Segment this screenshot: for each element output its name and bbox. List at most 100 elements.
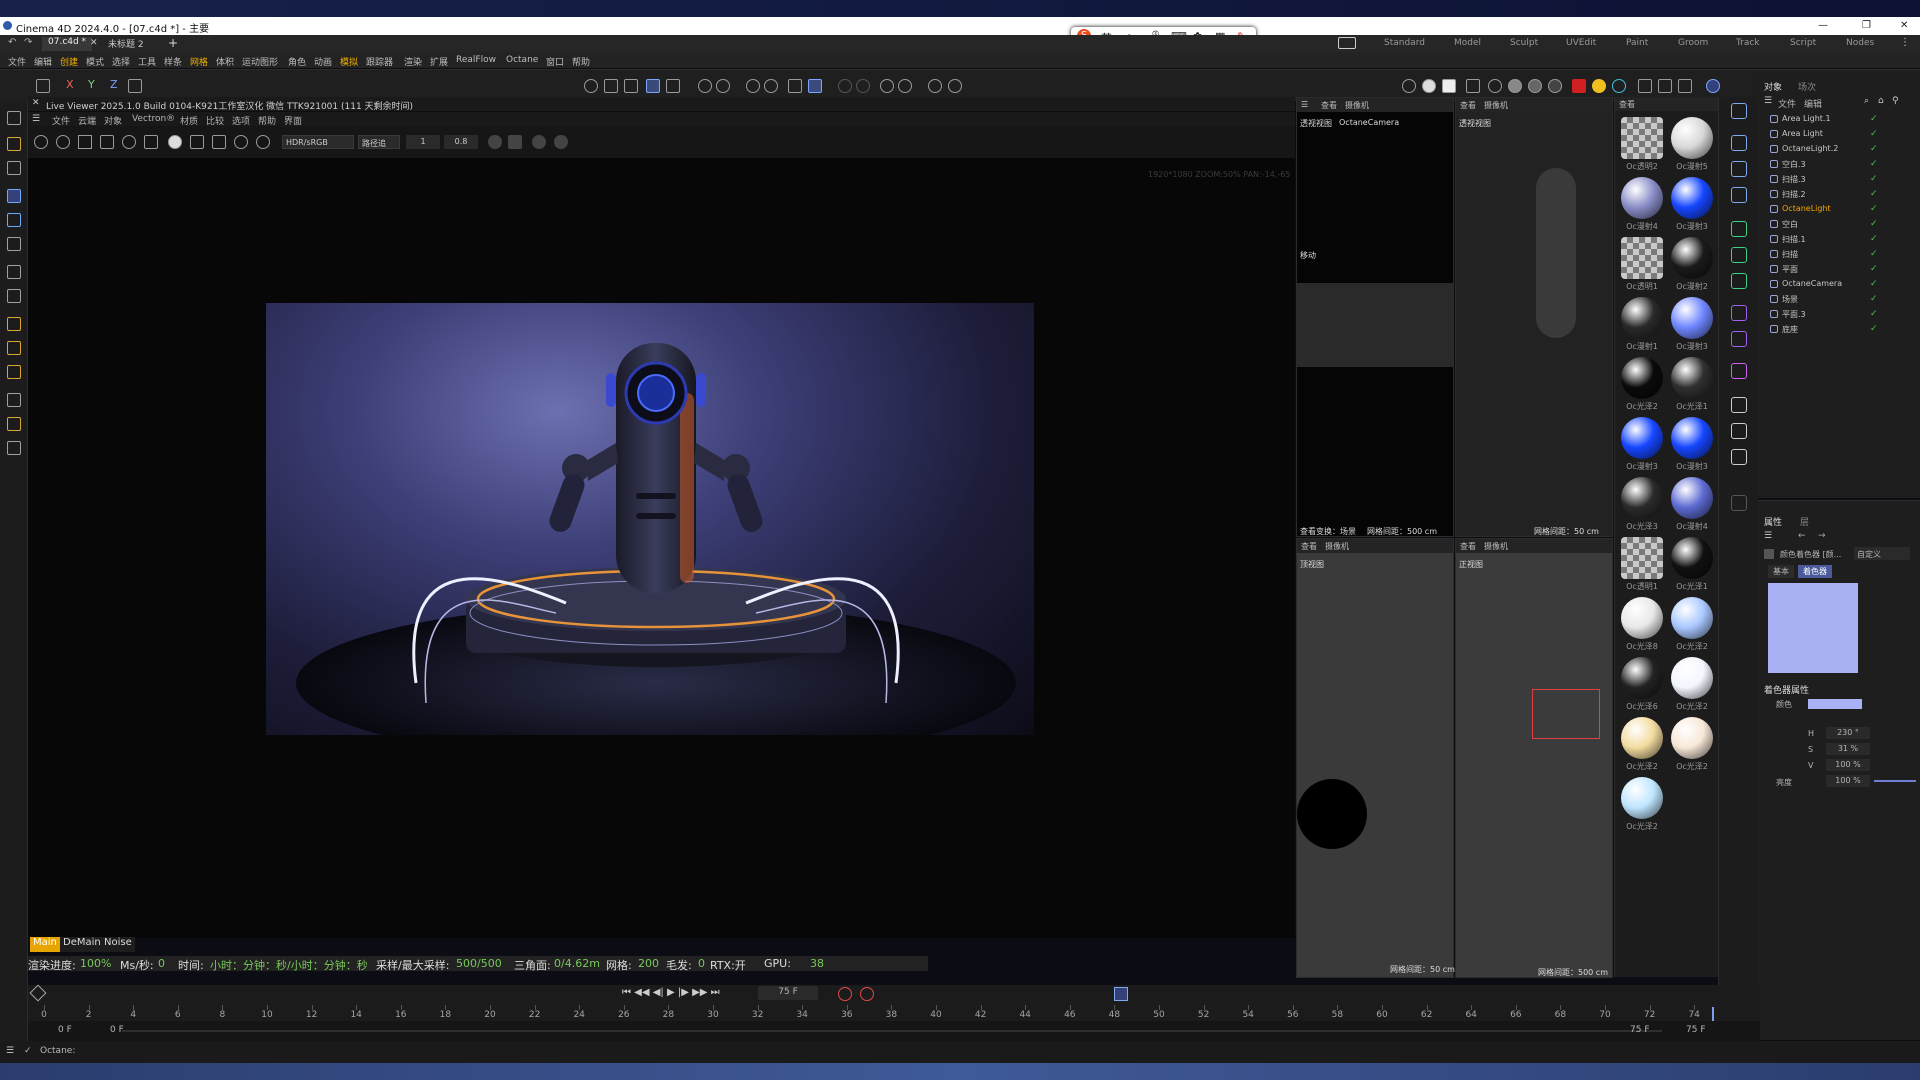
menu-select[interactable]: 选择 [112, 55, 130, 68]
axis-y-toggle[interactable]: Y [88, 78, 95, 91]
tab-takes[interactable]: 场次 [1798, 80, 1816, 93]
enabled-check-icon[interactable]: ✓ [1870, 324, 1878, 334]
viewport-menu-cameras[interactable]: 摄像机 [1345, 100, 1369, 111]
enabled-check-icon[interactable]: ✓ [1870, 204, 1878, 214]
live-viewer-hamburger-icon[interactable]: ☰ [32, 114, 40, 124]
tab-attributes[interactable]: 属性 [1764, 515, 1782, 528]
value-field[interactable]: 100 % [1826, 759, 1870, 771]
material-swatch[interactable]: Oc光泽6 [1619, 655, 1665, 715]
attr-forward-icon[interactable]: → [1818, 531, 1826, 541]
octane-scatter-icon[interactable] [1638, 79, 1652, 93]
status-menu-icon[interactable]: ☰ [6, 1046, 14, 1056]
layout-standard[interactable]: Standard [1384, 38, 1425, 48]
obj-menu-edit[interactable]: 编辑 [1804, 97, 1822, 110]
axis-z-toggle[interactable]: Z [110, 78, 118, 91]
preview-end-frame[interactable]: 75 F [1630, 1025, 1650, 1035]
frame-range-slider[interactable] [122, 1030, 1662, 1032]
playhead[interactable] [1712, 1007, 1714, 1021]
lv-restart-icon[interactable] [56, 135, 70, 149]
layout-sculpt[interactable]: Sculpt [1510, 38, 1538, 48]
object-row[interactable]: 底座 ✓ [1758, 322, 1920, 337]
keyframe-icon[interactable] [29, 984, 47, 1002]
lv-lock-icon[interactable] [144, 135, 158, 149]
lv-focus-icon[interactable] [234, 135, 248, 149]
colorspace-select[interactable]: HDR/sRGB [282, 135, 354, 149]
enabled-check-icon[interactable]: ✓ [1870, 294, 1878, 304]
object-row[interactable]: 平面.3 ✓ [1758, 307, 1920, 322]
layout-nodes[interactable]: Nodes [1846, 38, 1874, 48]
subtab-basic[interactable]: 基本 [1768, 565, 1794, 578]
viewport-menu-cameras[interactable]: 摄像机 [1325, 541, 1349, 552]
layout-track[interactable]: Track [1736, 38, 1760, 48]
material-swatch[interactable]: Oc漫射2 [1669, 235, 1715, 295]
octane-daylight-icon[interactable] [1592, 79, 1606, 93]
light-object-icon[interactable] [1731, 449, 1747, 465]
layout-model[interactable]: Model [1454, 38, 1481, 48]
object-row[interactable]: 扫描 ✓ [1758, 247, 1920, 262]
axis-mode-icon[interactable] [698, 79, 712, 93]
menu-render[interactable]: 渲染 [404, 55, 422, 68]
lv-start-render-icon[interactable] [34, 135, 48, 149]
lock-workplane-icon[interactable] [838, 79, 852, 93]
material-swatch[interactable]: Oc光泽3 [1619, 475, 1665, 535]
viewport-menu-view[interactable]: 查看 [1460, 100, 1476, 111]
pen-icon[interactable] [1731, 161, 1747, 177]
enabled-check-icon[interactable]: ✓ [1870, 174, 1878, 184]
menu-volume[interactable]: 体积 [216, 55, 234, 68]
enabled-check-icon[interactable]: ✓ [1870, 189, 1878, 199]
hue-field[interactable]: 230 ° [1826, 727, 1870, 739]
material-swatch[interactable]: Oc光泽2 [1619, 775, 1665, 835]
lv-region-icon[interactable] [100, 135, 114, 149]
cloner-icon[interactable] [1731, 247, 1747, 263]
snap-options-icon[interactable] [764, 79, 778, 93]
lv-film-icon[interactable] [488, 135, 502, 149]
viewport-perspective[interactable]: 查看 摄像机 透视视图 网格间距：50 cm [1455, 97, 1613, 537]
auto-key-icon[interactable] [860, 987, 874, 1001]
obj-menu-hamburger-icon[interactable]: ☰ [1764, 96, 1772, 106]
obj-menu-file[interactable]: 文件 [1778, 97, 1796, 110]
object-tool-icon[interactable] [1731, 103, 1747, 119]
menu-octane[interactable]: Octane [506, 55, 538, 65]
coordinate-system-icon[interactable] [128, 79, 142, 93]
material-swatch[interactable]: Oc漫射3 [1669, 295, 1715, 355]
tweak-tool-icon[interactable] [7, 161, 21, 175]
pass-main-tab[interactable]: Main [30, 937, 60, 952]
object-row[interactable]: OctaneLight.2 ✓ [1758, 142, 1920, 157]
layout-script[interactable]: Script [1790, 38, 1816, 48]
octane-render-queue-icon[interactable] [1658, 79, 1672, 93]
material-swatch[interactable]: Oc透明1 [1619, 535, 1665, 595]
playback-controls[interactable]: ⏮ ◀◀ ◀| ▶ |▶ ▶▶ ⏭ [622, 987, 720, 998]
object-row[interactable]: 扫描.2 ✓ [1758, 187, 1920, 202]
object-row[interactable]: 扫描.3 ✓ [1758, 172, 1920, 187]
soft-selection-icon[interactable] [928, 79, 942, 93]
rotate-tool-icon[interactable] [7, 213, 21, 227]
lv-value-field-1[interactable]: 1 [406, 135, 440, 149]
layout-groom[interactable]: Groom [1678, 38, 1708, 48]
close-tab-icon[interactable]: ✕ [90, 38, 98, 48]
obj-filter-icon[interactable]: ⚲ [1892, 96, 1899, 106]
polygons-mode-icon[interactable] [666, 79, 680, 93]
viewport-menu-view[interactable]: 查看 [1460, 541, 1476, 552]
pass-demain-tab[interactable]: DeMain [60, 937, 104, 952]
sketch-tool-icon[interactable] [7, 341, 21, 355]
menu-file[interactable]: 文件 [8, 55, 26, 68]
viewport-menu-cameras[interactable]: 摄像机 [1484, 541, 1508, 552]
tweak-mode-icon[interactable] [948, 79, 962, 93]
spline-smooth-icon[interactable] [7, 365, 21, 379]
lv-clay-icon[interactable] [212, 135, 226, 149]
material-swatch[interactable]: Oc透明2 [1619, 115, 1665, 175]
enabled-check-icon[interactable]: ✓ [1870, 114, 1878, 124]
material-swatch[interactable]: Oc漫射3 [1669, 175, 1715, 235]
maximize-button[interactable]: ❐ [1862, 20, 1871, 31]
color-bar[interactable] [1808, 699, 1862, 709]
text-tool-icon[interactable] [1731, 187, 1747, 203]
lv-sphere-icon[interactable] [168, 135, 182, 149]
new-tab-icon[interactable]: + [168, 36, 178, 50]
menu-tools[interactable]: 工具 [138, 55, 156, 68]
scale-tool-icon[interactable] [7, 237, 21, 251]
material-swatch[interactable]: Oc光泽8 [1619, 595, 1665, 655]
viewport-menu-cameras[interactable]: 摄像机 [1484, 100, 1508, 111]
points-mode-icon[interactable] [624, 79, 638, 93]
close-window-button[interactable]: ✕ [1900, 20, 1908, 31]
cube-icon[interactable] [1731, 135, 1747, 151]
